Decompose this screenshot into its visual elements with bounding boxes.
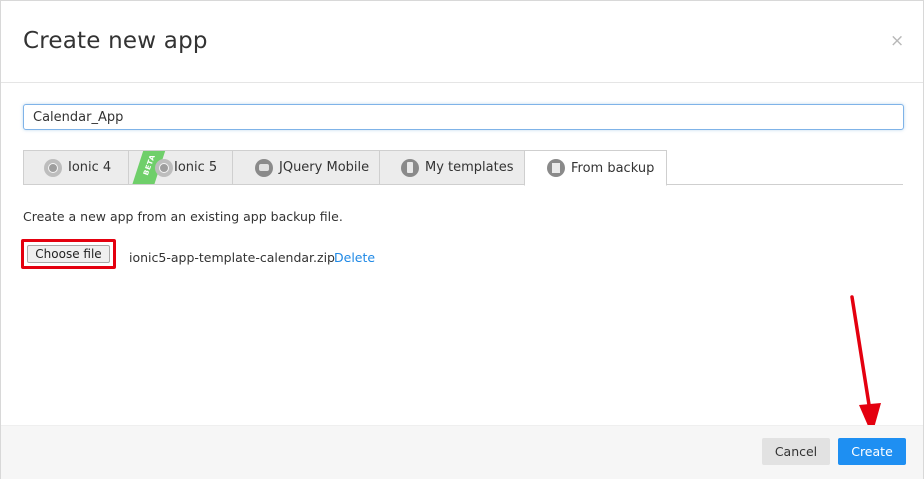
tab-ionic-4[interactable]: Ionic 4 [23,150,128,185]
phone-template-icon [401,158,419,177]
tab-label: Ionic 5 [174,160,218,175]
tab-jquery-mobile[interactable]: JQuery Mobile [232,150,379,185]
tab-label: JQuery Mobile [279,160,370,175]
backup-description: Create a new app from an existing app ba… [23,209,343,224]
tab-ionic-5[interactable]: BETA Ionic 5 [128,150,232,185]
cancel-button[interactable]: Cancel [762,438,830,465]
dialog-title: Create new app [23,28,208,54]
close-icon[interactable]: × [890,31,904,51]
tab-label: From backup [571,160,655,176]
choose-file-button[interactable]: Choose file [27,245,110,263]
create-button[interactable]: Create [838,438,906,465]
choose-file-highlight: Choose file [21,239,116,269]
app-name-input[interactable] [23,104,904,130]
tab-from-backup[interactable]: From backup [524,150,667,186]
selected-file-name: ionic5-app-template-calendar.zip [129,250,335,265]
ionic-icon [155,159,173,177]
jquery-mobile-icon [255,158,273,177]
dialog-header: Create new app × [1,1,923,83]
tab-label: Ionic 4 [68,160,112,175]
backup-file-icon [547,159,565,177]
tab-label: My templates [425,160,514,175]
ionic-icon [44,158,62,177]
red-arrow-annotation [850,295,881,435]
template-tabs: Ionic 4 BETA Ionic 5 JQuery Mobile My te… [23,150,903,186]
delete-file-link[interactable]: Delete [334,250,375,265]
create-app-dialog: Create new app × Ionic 4 BETA Ionic 5 JQ… [0,0,924,479]
tab-my-templates[interactable]: My templates [379,150,524,185]
